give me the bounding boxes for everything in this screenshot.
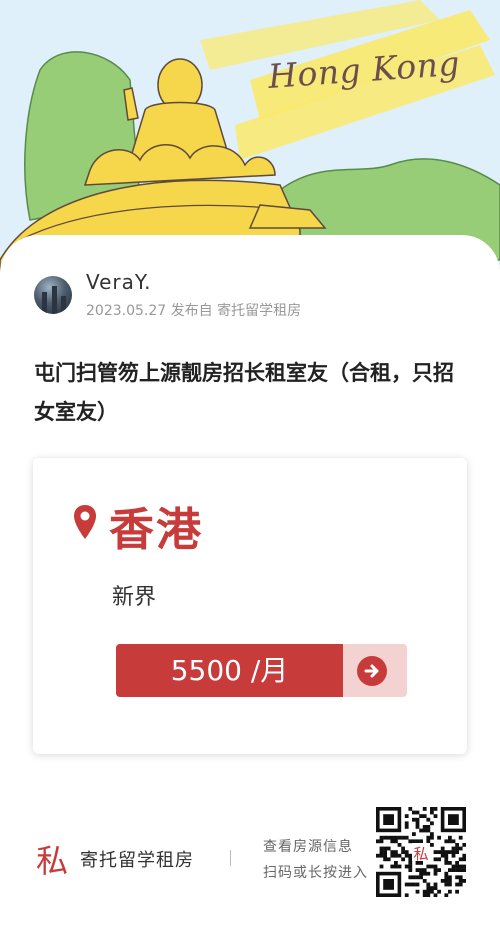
location-pin-icon (73, 504, 97, 544)
listing-district: 新界 (112, 585, 157, 610)
qr-code[interactable]: 私 (376, 807, 467, 898)
arrow-right-icon[interactable] (357, 656, 387, 686)
post-date: 2023.05.27 (86, 303, 167, 319)
brand-name: 寄托留学租房 (80, 850, 194, 871)
brand-logo: 私 (36, 840, 72, 884)
listing-city: 香港 (109, 503, 204, 556)
listing-card (33, 458, 467, 754)
cta-view-listing: 查看房源信息 (263, 839, 353, 855)
post-meta: 2023.05.27 发布自 寄托留学租房 (86, 300, 301, 320)
cta-scan-hint: 扫码或长按进入 (263, 865, 368, 881)
avatar[interactable] (34, 276, 72, 314)
footer-divider (230, 850, 231, 866)
svg-text:私: 私 (413, 845, 428, 863)
svg-text:私: 私 (36, 842, 68, 880)
price-label: 5500 /月 (116, 644, 343, 697)
post-source: 发布自 寄托留学租房 (170, 303, 302, 319)
author-name: VeraY. (86, 270, 152, 294)
post-title: 屯门扫管笏上源靓房招长租室友（合租，只招女室友） (34, 361, 454, 424)
